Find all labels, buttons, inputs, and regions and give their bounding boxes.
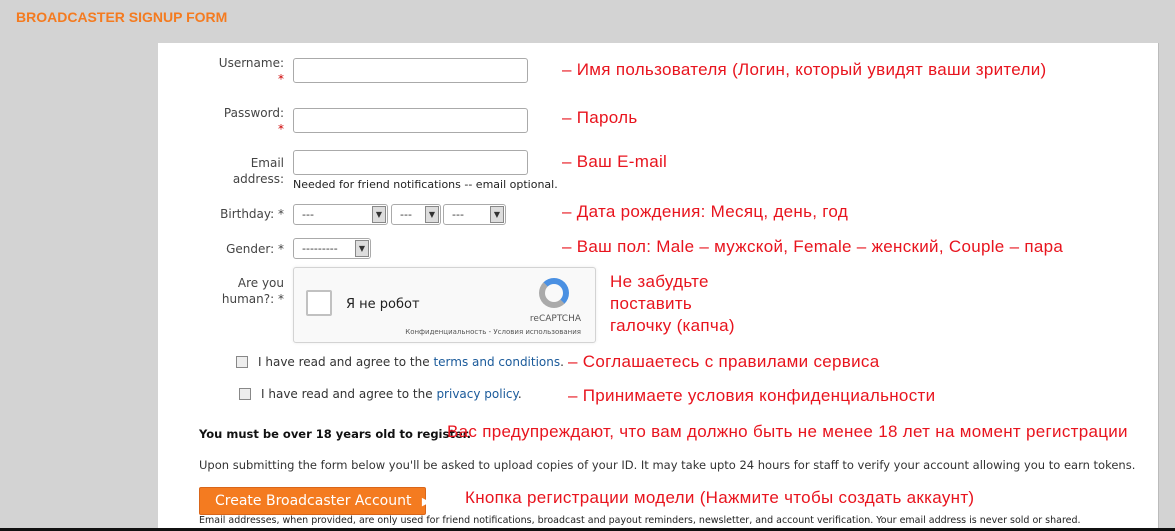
password-input[interactable] [293, 108, 528, 133]
create-account-button[interactable]: Create Broadcaster Account ▶ [199, 487, 430, 515]
captcha-text: Я не робот [346, 297, 420, 312]
privacy-checkbox[interactable] [239, 388, 251, 400]
email-label-line2: address: [232, 172, 284, 186]
username-label: Username: * [204, 55, 284, 87]
annotation-captcha-1: Не забудьте [610, 272, 709, 291]
day-value: --- [400, 208, 412, 221]
year-value: --- [452, 208, 464, 221]
chevron-right-icon: ▶ [421, 495, 431, 508]
chevron-down-icon: ▼ [355, 240, 369, 257]
captcha-brand: reCAPTCHA [529, 314, 581, 324]
privacy-suffix: . [517, 387, 522, 401]
annotation-password: – Пароль [562, 108, 638, 127]
birthday-label: Birthday: * [220, 207, 284, 221]
terms-text: I have read and agree to the terms and c… [258, 355, 564, 369]
email-hint: Needed for friend notifications -- email… [293, 178, 558, 191]
chevron-down-icon: ▼ [425, 206, 439, 223]
email-input[interactable] [293, 150, 528, 175]
birthday-month-select[interactable]: --- ▼ [293, 204, 388, 225]
birthday-day-select[interactable]: --- ▼ [391, 204, 441, 225]
privacy-prefix: I have read and agree to the [261, 387, 437, 401]
captcha-checkbox[interactable] [306, 290, 332, 316]
terms-prefix: I have read and agree to the [258, 355, 434, 369]
annotation-terms: – Соглашаетесь с правилами сервиса [568, 352, 880, 371]
annotation-button: Кнопка регистрации модели (Нажмите чтобы… [465, 488, 975, 507]
annotation-age: Вас предупреждают, что вам должно быть н… [447, 422, 1128, 441]
annotation-gender: – Ваш пол: Male – мужской, Female – женс… [562, 237, 1064, 256]
terms-link[interactable]: terms and conditions [433, 355, 560, 369]
required-mark: * [278, 72, 284, 86]
gender-value: --------- [302, 242, 338, 255]
annotation-captcha-3: галочку (капча) [610, 316, 735, 335]
page-title: BROADCASTER SIGNUP FORM [16, 9, 228, 25]
birthday-year-select[interactable]: --- ▼ [443, 204, 506, 225]
terms-checkbox[interactable] [236, 356, 248, 368]
annotation-username: – Имя пользователя (Логин, который увидя… [562, 60, 1047, 79]
gender-label: Gender: * [226, 242, 284, 256]
password-label: Password: * [204, 105, 284, 137]
upload-info: Upon submitting the form below you'll be… [199, 458, 1136, 472]
privacy-text: I have read and agree to the privacy pol… [261, 387, 522, 401]
annotation-birthday: – Дата рождения: Месяц, день, год [562, 202, 849, 221]
email-disclaimer: Email addresses, when provided, are only… [199, 515, 1081, 526]
chevron-down-icon: ▼ [490, 206, 504, 223]
email-label-line1: Email [250, 156, 284, 170]
annotation-email: – Ваш E-mail [562, 152, 668, 171]
annotation-privacy: – Принимаете условия конфиденциальности [568, 386, 936, 405]
gender-select[interactable]: --------- ▼ [293, 238, 371, 259]
human-label-line1: Are you [237, 276, 284, 290]
terms-suffix: . [560, 355, 564, 369]
month-value: --- [302, 208, 314, 221]
username-input[interactable] [293, 58, 528, 83]
age-warning: You must be over 18 years old to registe… [199, 427, 472, 441]
privacy-link[interactable]: privacy policy [436, 387, 517, 401]
human-label-line2: human?: * [221, 292, 284, 306]
required-mark: * [278, 122, 284, 136]
create-account-label: Create Broadcaster Account [215, 493, 412, 509]
captcha-links[interactable]: Конфиденциальность - Условия использован… [405, 328, 581, 336]
username-label-text: Username: [218, 56, 284, 70]
annotation-captcha-2: поставить [610, 294, 693, 313]
chevron-down-icon: ▼ [372, 206, 386, 223]
email-label: Email address: [204, 155, 284, 187]
human-label: Are you human?: * [204, 275, 284, 307]
password-label-text: Password: [223, 106, 284, 120]
recaptcha-widget: Я не робот reCAPTCHA Конфиденциальность … [293, 267, 596, 343]
recaptcha-logo-icon [539, 278, 569, 308]
